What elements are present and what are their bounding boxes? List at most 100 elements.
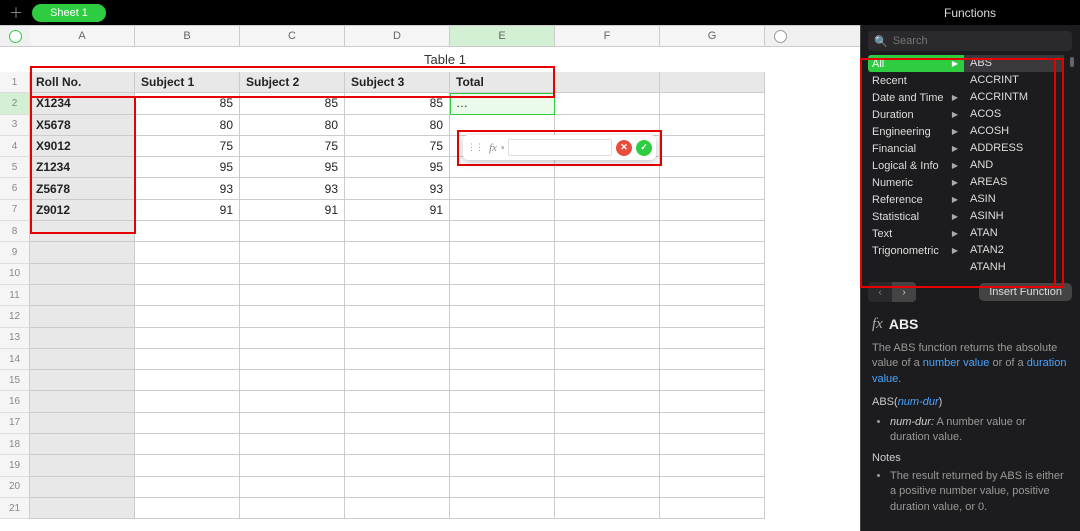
- cell[interactable]: [660, 115, 765, 136]
- function-name-item[interactable]: ADDRESS: [964, 140, 1064, 157]
- cell[interactable]: 95: [345, 157, 450, 178]
- cell[interactable]: [135, 434, 240, 455]
- insert-function-button[interactable]: Insert Function: [979, 283, 1072, 301]
- cell[interactable]: [135, 370, 240, 391]
- cell[interactable]: [660, 285, 765, 306]
- cell[interactable]: [660, 370, 765, 391]
- cell[interactable]: [450, 285, 555, 306]
- cell[interactable]: [660, 221, 765, 242]
- cell[interactable]: [30, 242, 135, 263]
- function-name-item[interactable]: ATAN2: [964, 242, 1064, 259]
- cell[interactable]: Z1234: [30, 157, 135, 178]
- cell[interactable]: [660, 349, 765, 370]
- cell[interactable]: [555, 455, 660, 476]
- cell[interactable]: 95: [240, 157, 345, 178]
- row-header[interactable]: 17: [0, 413, 30, 434]
- row-header[interactable]: 11: [0, 285, 30, 306]
- cell[interactable]: [555, 349, 660, 370]
- cell[interactable]: [450, 391, 555, 412]
- cell[interactable]: …: [450, 93, 555, 114]
- header-cell[interactable]: [660, 72, 765, 93]
- formula-cancel-button[interactable]: ✕: [616, 140, 632, 156]
- header-cell[interactable]: Subject 2: [240, 72, 345, 93]
- cell[interactable]: [450, 349, 555, 370]
- cell[interactable]: [555, 115, 660, 136]
- cell[interactable]: [135, 498, 240, 519]
- cell[interactable]: Z9012: [30, 200, 135, 221]
- cell[interactable]: [660, 413, 765, 434]
- cell[interactable]: [30, 455, 135, 476]
- cell[interactable]: [240, 242, 345, 263]
- cell[interactable]: 91: [240, 200, 345, 221]
- cell[interactable]: [450, 115, 555, 136]
- cell[interactable]: 95: [135, 157, 240, 178]
- function-name-item[interactable]: ABS: [964, 55, 1064, 72]
- cell[interactable]: [240, 370, 345, 391]
- cell[interactable]: [345, 328, 450, 349]
- nav-back-button[interactable]: ‹: [868, 282, 892, 302]
- function-category-item[interactable]: Engineering▶: [868, 123, 964, 140]
- cell[interactable]: [345, 306, 450, 327]
- cell[interactable]: [30, 391, 135, 412]
- cell[interactable]: [240, 391, 345, 412]
- link-number-value[interactable]: number value: [923, 357, 990, 369]
- formula-input[interactable]: [508, 139, 612, 156]
- cell[interactable]: 85: [345, 93, 450, 114]
- cell[interactable]: [450, 264, 555, 285]
- cell[interactable]: [240, 349, 345, 370]
- function-name-item[interactable]: ATANH: [964, 259, 1064, 276]
- cell[interactable]: 93: [240, 178, 345, 199]
- row-header[interactable]: 18: [0, 434, 30, 455]
- cell[interactable]: [135, 285, 240, 306]
- function-category-item[interactable]: Logical & Info▶: [868, 157, 964, 174]
- cell[interactable]: [660, 455, 765, 476]
- cell[interactable]: [345, 349, 450, 370]
- cell[interactable]: [660, 328, 765, 349]
- row-header[interactable]: 10: [0, 264, 30, 285]
- cell[interactable]: [660, 391, 765, 412]
- cell[interactable]: [240, 477, 345, 498]
- cell[interactable]: 75: [345, 136, 450, 157]
- cell[interactable]: [240, 264, 345, 285]
- cell[interactable]: [660, 178, 765, 199]
- cell[interactable]: [660, 477, 765, 498]
- cell[interactable]: [135, 477, 240, 498]
- header-cell[interactable]: Total: [450, 72, 555, 93]
- function-search-box[interactable]: 🔍: [868, 31, 1072, 51]
- row-header[interactable]: 21: [0, 498, 30, 519]
- col-header-c[interactable]: C: [240, 26, 345, 46]
- cell[interactable]: [135, 349, 240, 370]
- cell[interactable]: [660, 136, 765, 157]
- cell[interactable]: [555, 93, 660, 114]
- cell[interactable]: [345, 455, 450, 476]
- cell[interactable]: [135, 328, 240, 349]
- row-handle-left[interactable]: [0, 26, 30, 46]
- cell[interactable]: [555, 264, 660, 285]
- function-name-item[interactable]: ASIN: [964, 191, 1064, 208]
- add-sheet-button[interactable]: ＋: [8, 3, 24, 23]
- cell[interactable]: 91: [135, 200, 240, 221]
- row-header[interactable]: 13: [0, 328, 30, 349]
- cell[interactable]: [135, 413, 240, 434]
- cell[interactable]: [345, 221, 450, 242]
- nav-forward-button[interactable]: ›: [892, 282, 916, 302]
- col-header-b[interactable]: B: [135, 26, 240, 46]
- cell[interactable]: [555, 306, 660, 327]
- row-header[interactable]: 3: [0, 115, 30, 136]
- cell[interactable]: [555, 391, 660, 412]
- function-category-item[interactable]: Statistical▶: [868, 208, 964, 225]
- cell[interactable]: [345, 498, 450, 519]
- col-header-g[interactable]: G: [660, 26, 765, 46]
- row-header[interactable]: 19: [0, 455, 30, 476]
- cell[interactable]: [30, 434, 135, 455]
- row-header[interactable]: 20: [0, 477, 30, 498]
- cell[interactable]: [30, 285, 135, 306]
- cell[interactable]: [135, 264, 240, 285]
- cell[interactable]: 80: [240, 115, 345, 136]
- function-category-item[interactable]: Financial▶: [868, 140, 964, 157]
- cell[interactable]: [345, 413, 450, 434]
- function-name-item[interactable]: AND: [964, 157, 1064, 174]
- cell[interactable]: 75: [135, 136, 240, 157]
- cell[interactable]: 93: [135, 178, 240, 199]
- col-header-e[interactable]: E: [450, 26, 555, 46]
